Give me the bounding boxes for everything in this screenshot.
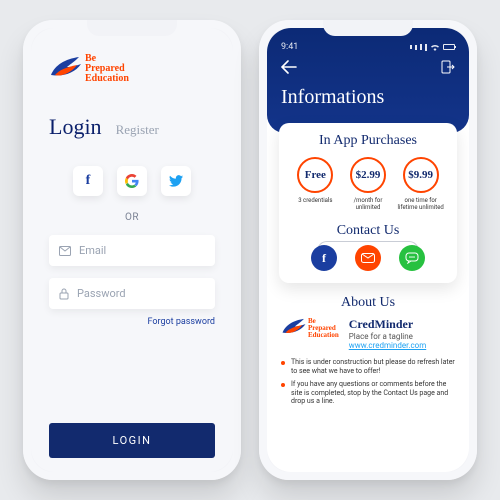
- lock-icon: [59, 288, 69, 300]
- google-icon: [125, 174, 139, 188]
- social-login-row: f: [49, 166, 215, 196]
- status-bar: 9:41: [281, 38, 455, 52]
- contact-facebook-button[interactable]: f: [311, 245, 337, 271]
- password-field[interactable]: Password: [49, 278, 215, 309]
- tab-register[interactable]: Register: [116, 122, 159, 138]
- phone-login: Be Prepared Education Login Register f: [23, 20, 241, 480]
- brand-logo: Be Prepared Education: [49, 54, 215, 84]
- phone-info: 9:41 Informations In App Purchases: [259, 20, 477, 480]
- auth-tabs: Login Register: [49, 114, 215, 140]
- plan-monthly[interactable]: $2.99 /month for unlimited: [342, 157, 395, 211]
- email-placeholder: Email: [79, 244, 106, 257]
- info-screen: 9:41 Informations In App Purchases: [267, 28, 469, 472]
- login-button[interactable]: LOGIN: [49, 423, 215, 458]
- status-icons: [410, 42, 455, 52]
- plan-free[interactable]: Free 3 credentials: [289, 157, 342, 211]
- contact-section: Contact Us f: [289, 223, 447, 271]
- about-url-link[interactable]: www.credminder.com: [349, 341, 426, 350]
- contact-email-button[interactable]: [355, 245, 381, 271]
- info-header: 9:41 Informations: [267, 28, 469, 133]
- bird-icon: [281, 317, 307, 339]
- purchases-heading: In App Purchases: [289, 133, 447, 149]
- google-login-button[interactable]: [117, 166, 147, 196]
- forgot-password-link[interactable]: Forgot password: [49, 317, 215, 327]
- about-tagline: Place for a tagline: [349, 332, 426, 341]
- contact-sms-button[interactable]: [399, 245, 425, 271]
- about-section: About Us Be Prepared Education CredMinde…: [281, 295, 455, 350]
- battery-icon: [443, 44, 455, 50]
- or-divider: OR: [49, 212, 215, 223]
- bullet-item: If you have any questions or comments be…: [281, 380, 455, 406]
- facebook-login-button[interactable]: f: [73, 166, 103, 196]
- sms-icon: [405, 252, 419, 264]
- status-time: 9:41: [281, 42, 298, 52]
- bullet-item: This is under construction but please do…: [281, 358, 455, 376]
- about-heading: About Us: [281, 295, 455, 311]
- about-name: CredMinder: [349, 317, 426, 332]
- password-placeholder: Password: [77, 287, 126, 300]
- plan-lifetime[interactable]: $9.99 one time for lifetime unlimited: [394, 157, 447, 211]
- wifi-icon: [430, 43, 440, 51]
- email-field[interactable]: Email: [49, 235, 215, 266]
- notch: [87, 20, 177, 36]
- purchases-card: In App Purchases Free 3 credentials $2.9…: [279, 123, 457, 283]
- twitter-icon: [169, 175, 183, 187]
- mail-icon: [59, 246, 71, 256]
- logout-icon[interactable]: [441, 60, 455, 74]
- about-logo: Be Prepared Education: [281, 317, 339, 339]
- notch: [323, 20, 413, 36]
- login-screen: Be Prepared Education Login Register f: [31, 28, 233, 472]
- contact-heading: Contact Us: [289, 223, 447, 239]
- brand-text: Be Prepared Education: [85, 54, 129, 84]
- bird-icon: [49, 55, 83, 83]
- page-title: Informations: [281, 86, 455, 109]
- tab-login[interactable]: Login: [49, 114, 102, 140]
- twitter-login-button[interactable]: [161, 166, 191, 196]
- about-bullets: This is under construction but please do…: [281, 358, 455, 410]
- mail-icon: [361, 253, 375, 263]
- back-icon[interactable]: [281, 60, 297, 74]
